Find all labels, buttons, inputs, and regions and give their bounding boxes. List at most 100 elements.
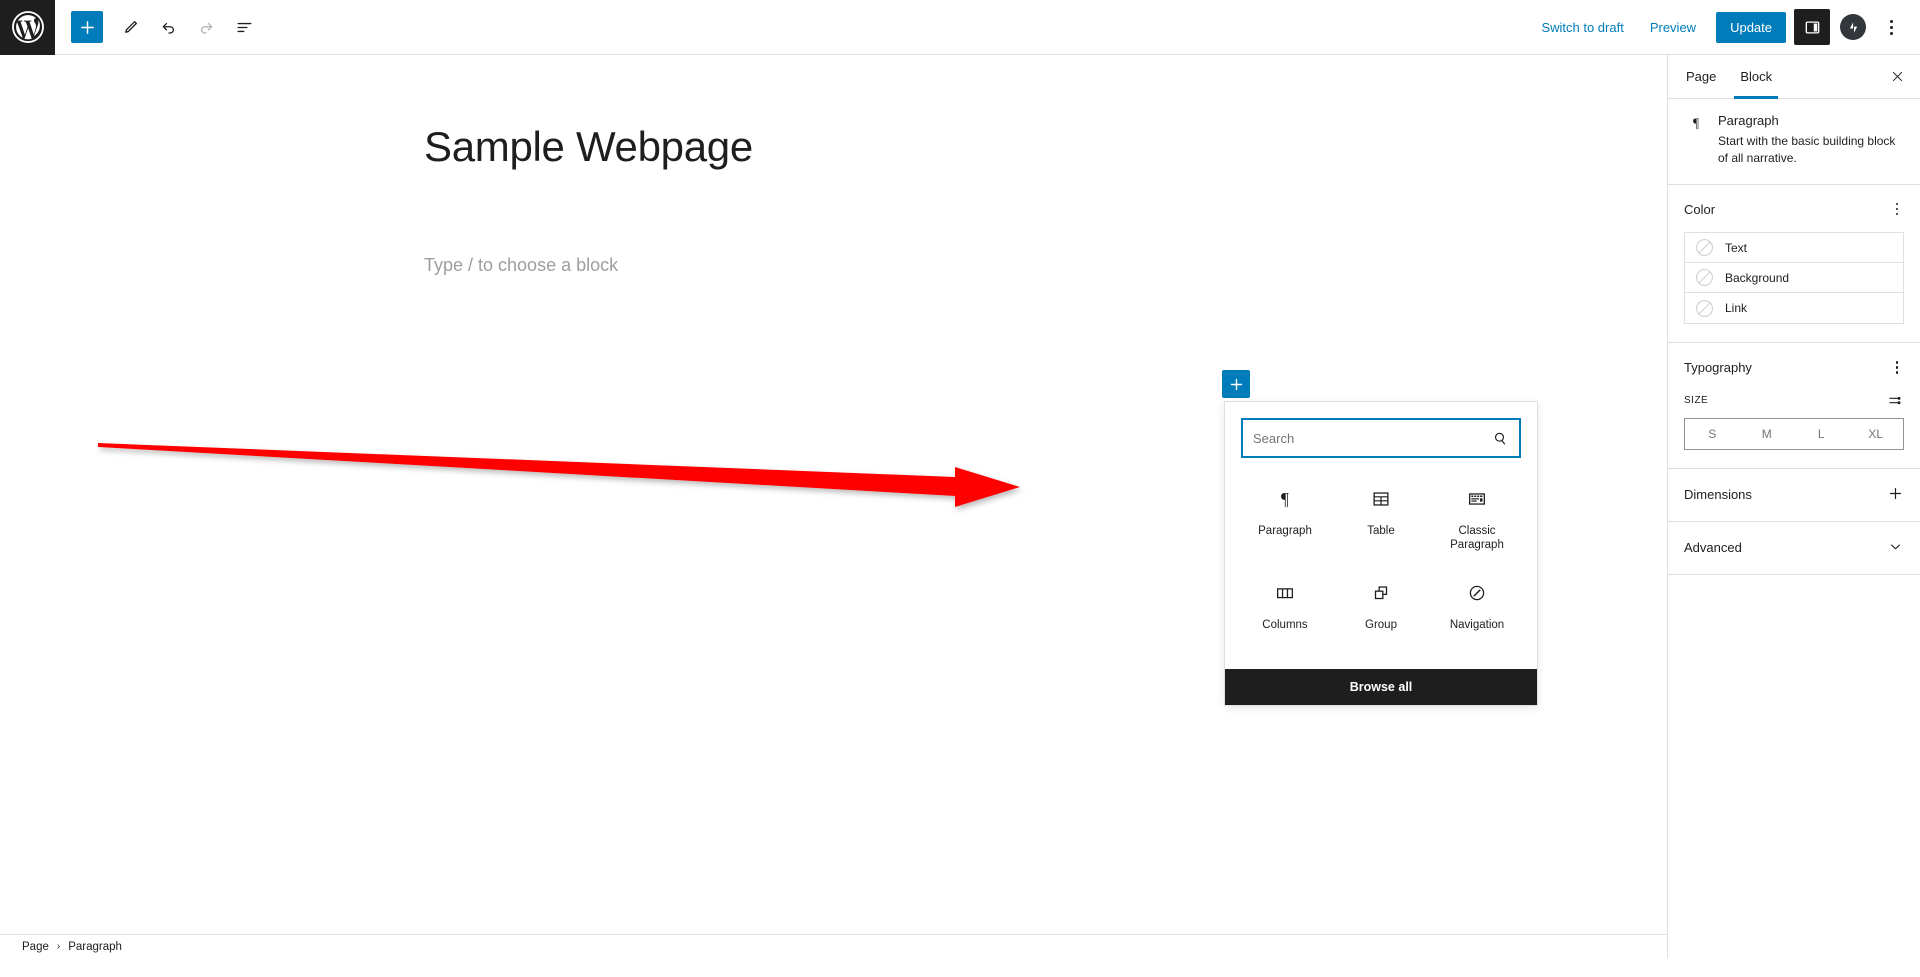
typography-panel: Typography SIZE S M L XL (1668, 343, 1920, 469)
font-size-m[interactable]: M (1740, 419, 1795, 449)
sliders-settings-icon (1889, 396, 1901, 404)
dot (1889, 31, 1893, 35)
breadcrumb-item-page[interactable]: Page (22, 941, 49, 953)
empty-swatch-icon (1695, 238, 1714, 257)
inserter-block-label: Classic Paragraph (1450, 525, 1504, 552)
block-info-card: ¶ Paragraph Start with the basic buildin… (1668, 99, 1920, 185)
inserter-block-group[interactable]: Group (1333, 566, 1429, 660)
undo-button[interactable] (149, 8, 187, 46)
redo-button[interactable] (187, 8, 225, 46)
block-inserter-popover: ¶ Paragraph Table (1224, 401, 1538, 706)
inserter-block-columns[interactable]: Columns (1237, 566, 1333, 660)
wordpress-logo-icon[interactable] (0, 0, 55, 55)
dot (1895, 202, 1898, 206)
svg-text:¶: ¶ (1693, 116, 1699, 131)
sidebar-tabs: Page Block (1668, 55, 1920, 99)
tab-page[interactable]: Page (1674, 55, 1728, 99)
pilcrow-icon: ¶ (1684, 113, 1708, 168)
empty-paragraph-block[interactable]: Type / to choose a block (424, 255, 618, 276)
dot (1895, 207, 1898, 211)
breadcrumb-item-paragraph[interactable]: Paragraph (68, 941, 122, 953)
inserter-block-grid: ¶ Paragraph Table Classic Paragraph Colu… (1225, 466, 1537, 669)
inserter-block-label: Columns (1262, 618, 1308, 631)
columns-icon (1274, 580, 1296, 606)
dot (1889, 25, 1893, 29)
font-size-s[interactable]: S (1685, 419, 1740, 449)
block-info-text: Paragraph Start with the basic building … (1718, 113, 1904, 168)
dimensions-panel-title: Dimensions (1684, 487, 1752, 503)
inserter-block-label: Table (1367, 525, 1395, 537)
inserter-search-field[interactable] (1241, 418, 1521, 458)
inserter-block-paragraph[interactable]: ¶ Paragraph (1237, 472, 1333, 566)
breadcrumb-separator: › (56, 941, 61, 952)
dot (1895, 361, 1898, 364)
more-options-button[interactable] (1876, 9, 1906, 45)
typography-panel-header: Typography (1684, 357, 1904, 378)
browse-all-button[interactable]: Browse all (1225, 669, 1537, 705)
inserter-block-label: Paragraph (1258, 525, 1312, 537)
color-option-background[interactable]: Background (1685, 263, 1903, 294)
color-panel: Color Text Background Link (1668, 185, 1920, 344)
dot (1889, 19, 1893, 23)
empty-swatch-icon (1695, 299, 1714, 318)
switch-to-draft-button[interactable]: Switch to draft (1529, 14, 1635, 41)
color-option-label: Background (1725, 270, 1790, 285)
inserter-search-input[interactable] (1243, 430, 1492, 446)
pilcrow-icon: ¶ (1274, 486, 1296, 512)
update-button[interactable]: Update (1716, 11, 1786, 43)
font-size-xl[interactable]: XL (1849, 419, 1904, 449)
settings-sidebar: Page Block ¶ Paragraph Start with the ba… (1667, 55, 1920, 958)
close-sidebar-button[interactable] (1882, 62, 1912, 92)
search-icon (1492, 430, 1519, 447)
typography-panel-title: Typography (1684, 360, 1752, 376)
editor-top-bar: Switch to draft Preview Update (0, 0, 1920, 55)
color-panel-options-button[interactable] (1890, 199, 1905, 220)
post-title[interactable]: Sample Webpage (424, 123, 753, 171)
inserter-block-label: Navigation (1449, 618, 1505, 631)
font-size-header: SIZE (1684, 391, 1904, 410)
block-inserter-toggle-button[interactable] (71, 11, 103, 43)
dot (1895, 371, 1898, 374)
font-size-l[interactable]: L (1794, 419, 1849, 449)
settings-sidebar-toggle-button[interactable] (1794, 9, 1830, 45)
empty-swatch-icon (1695, 268, 1714, 287)
dot (1895, 366, 1898, 369)
top-bar-left-tools (55, 8, 263, 46)
svg-text:¶: ¶ (1281, 489, 1289, 509)
color-option-label: Link (1725, 301, 1748, 316)
list-view-button[interactable] (225, 8, 263, 46)
color-panel-title: Color (1684, 201, 1716, 217)
navigation-compass-icon (1466, 580, 1488, 606)
group-stack-icon (1370, 580, 1392, 606)
editor-canvas: Sample Webpage Type / to choose a block (0, 55, 1667, 958)
account-avatar[interactable] (1840, 14, 1866, 40)
color-panel-header: Color (1684, 199, 1904, 220)
tools-pencil-button[interactable] (111, 8, 149, 46)
advanced-panel-toggle[interactable]: Advanced (1668, 522, 1920, 575)
inserter-block-navigation[interactable]: Navigation (1429, 566, 1525, 660)
block-card-description: Start with the basic building block of a… (1718, 134, 1896, 166)
color-option-text[interactable]: Text (1685, 233, 1903, 264)
inserter-block-classic-paragraph[interactable]: Classic Paragraph (1429, 472, 1525, 566)
typography-panel-options-button[interactable] (1890, 357, 1905, 378)
plus-icon (1887, 485, 1904, 505)
preview-button[interactable]: Preview (1638, 14, 1708, 41)
font-size-custom-toggle-button[interactable] (1887, 391, 1904, 410)
table-grid-icon (1370, 486, 1392, 512)
inserter-search-wrapper (1225, 402, 1537, 466)
dot (1895, 212, 1898, 216)
dimensions-panel-toggle[interactable]: Dimensions (1668, 469, 1920, 522)
font-size-segmented-control: S M L XL (1684, 417, 1904, 450)
color-option-label: Text (1725, 240, 1748, 255)
color-option-link[interactable]: Link (1685, 293, 1903, 323)
font-size-label: SIZE (1684, 394, 1709, 406)
inserter-block-label: Group (1365, 618, 1397, 631)
inline-block-inserter-toggle[interactable] (1222, 370, 1250, 398)
tab-block[interactable]: Block (1728, 55, 1784, 99)
advanced-panel-title: Advanced (1684, 540, 1742, 556)
top-bar-right-tools: Switch to draft Preview Update (1529, 9, 1920, 45)
inserter-block-table[interactable]: Table (1333, 472, 1429, 566)
classic-editor-icon (1466, 486, 1488, 512)
block-breadcrumb: Page › Paragraph (0, 934, 1667, 958)
color-option-list: Text Background Link (1684, 232, 1904, 325)
